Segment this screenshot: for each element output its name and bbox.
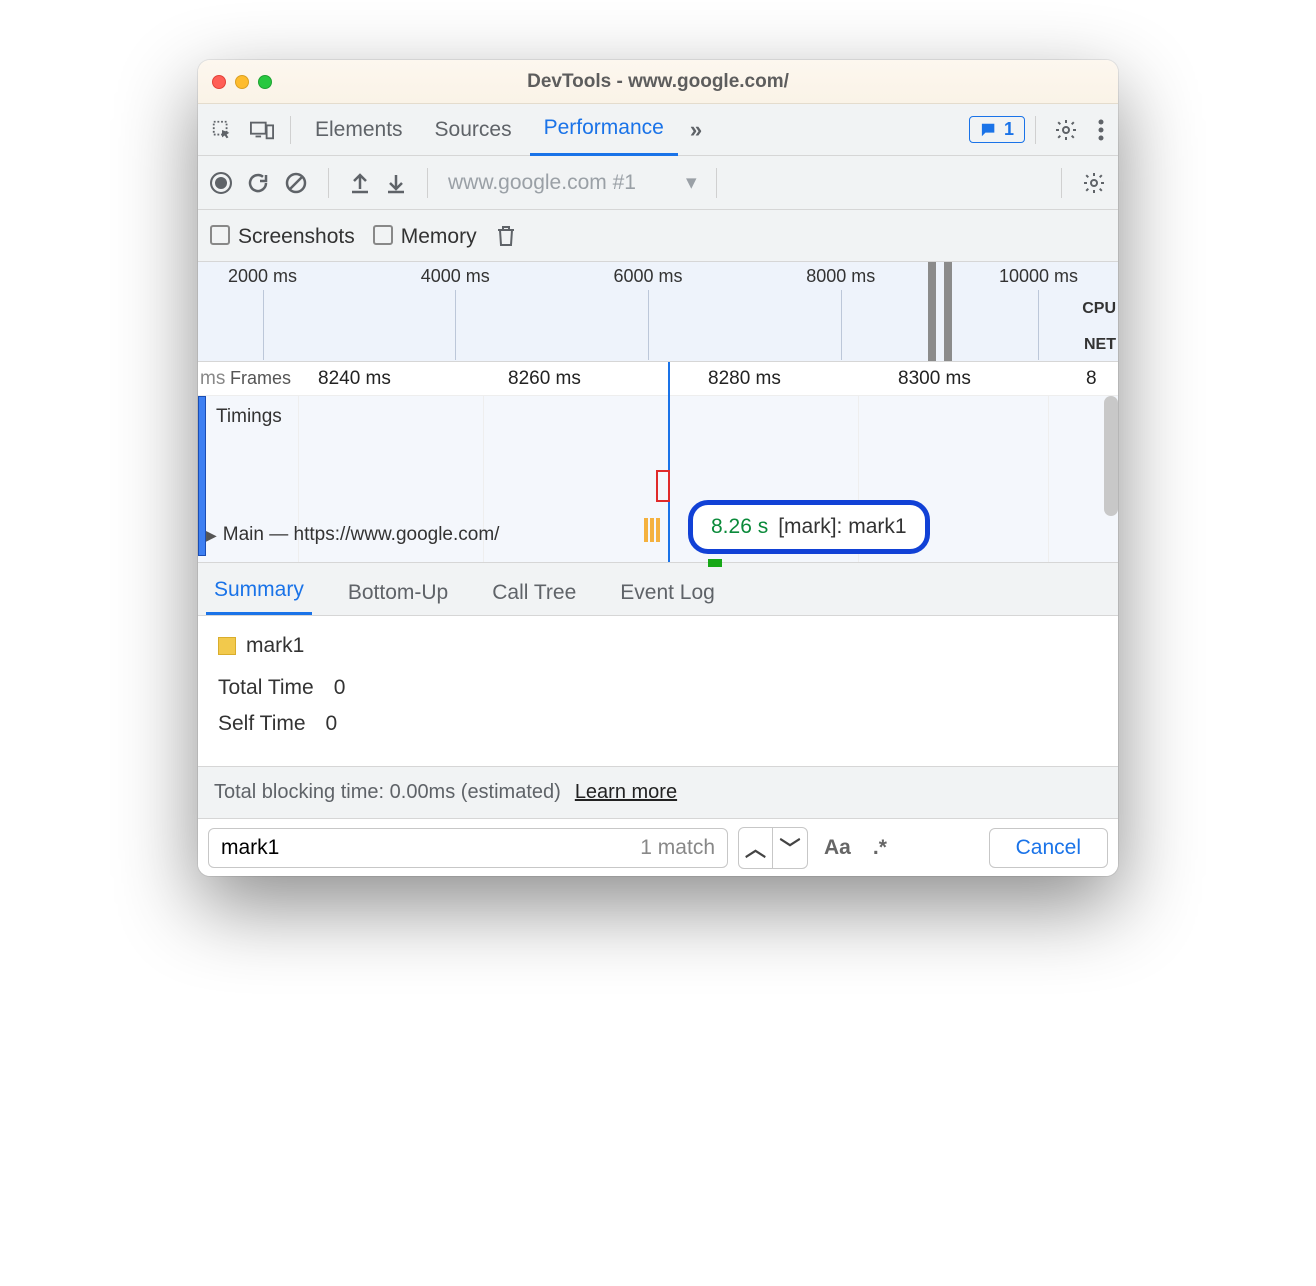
- mark-name: mark1: [246, 634, 304, 658]
- overview-window-handle-right[interactable]: [944, 262, 952, 361]
- search-nav-buttons: ︿ ﹀: [738, 827, 808, 869]
- expand-triangle-icon: ▶: [206, 527, 217, 544]
- tab-performance[interactable]: Performance: [530, 104, 678, 156]
- screenshots-label: Screenshots: [238, 225, 355, 248]
- flame-chart-area[interactable]: ms Frames 8240 ms 8260 ms 8280 ms 8300 m…: [198, 362, 1118, 562]
- cancel-search-button[interactable]: Cancel: [989, 828, 1108, 868]
- cpu-label: CPU: [1082, 300, 1116, 318]
- vertical-scrollbar[interactable]: [1104, 396, 1118, 516]
- total-time-label: Total Time: [218, 676, 314, 700]
- divider: [427, 168, 428, 198]
- settings-gear-icon[interactable]: [1046, 118, 1086, 142]
- mark-color-swatch: [218, 637, 236, 655]
- devtools-tabs: Elements Sources Performance » 1: [198, 104, 1118, 156]
- issues-badge[interactable]: 1: [969, 116, 1025, 143]
- total-time-value: 0: [334, 676, 346, 700]
- kebab-menu-icon[interactable]: [1090, 119, 1112, 141]
- learn-more-link[interactable]: Learn more: [575, 781, 677, 804]
- callout-time: 8.26 s: [711, 515, 768, 539]
- search-bar: 1 match ︿ ﹀ Aa .* Cancel: [198, 818, 1118, 876]
- tab-sources[interactable]: Sources: [421, 104, 526, 156]
- capture-settings-gear-icon[interactable]: [1082, 171, 1106, 195]
- search-match-count: 1 match: [640, 836, 715, 860]
- ruler-tick: 8: [1086, 368, 1097, 390]
- memory-label: Memory: [401, 225, 477, 248]
- clear-button[interactable]: [284, 171, 308, 195]
- overview-tick: 8000 ms: [806, 266, 875, 287]
- ruler-ms: ms: [200, 368, 225, 390]
- collect-garbage-trash-icon[interactable]: [495, 224, 517, 248]
- recording-name: www.google.com #1: [448, 171, 636, 195]
- timeline-overview[interactable]: 2000 ms 4000 ms 6000 ms 8000 ms 10000 ms…: [198, 262, 1118, 362]
- overview-tick: 10000 ms: [999, 266, 1078, 287]
- selected-mark-callout[interactable]: 8.26 s [mark]: mark1: [688, 500, 930, 554]
- callout-text: [mark]: mark1: [778, 515, 906, 539]
- reload-record-button[interactable]: [246, 171, 270, 195]
- self-time-label: Self Time: [218, 712, 306, 736]
- title-bar: DevTools - www.google.com/: [198, 60, 1118, 104]
- search-next-icon[interactable]: ﹀: [773, 828, 807, 868]
- screenshots-checkbox[interactable]: Screenshots: [210, 223, 355, 249]
- frames-track-label: Frames: [230, 368, 291, 389]
- main-thread-track[interactable]: ▶ Main — https://www.google.com/: [206, 524, 499, 546]
- ruler-tick: 8240 ms: [318, 368, 391, 390]
- record-button[interactable]: [210, 172, 232, 194]
- divider: [716, 168, 717, 198]
- selection-start-bar: [198, 396, 206, 556]
- summary-panel: mark1 Total Time 0 Self Time 0: [198, 616, 1118, 766]
- details-tabs: Summary Bottom-Up Call Tree Event Log: [198, 562, 1118, 616]
- tab-elements[interactable]: Elements: [301, 104, 417, 156]
- divider: [290, 116, 291, 144]
- overview-tick: 6000 ms: [613, 266, 682, 287]
- tab-summary[interactable]: Summary: [206, 578, 312, 615]
- blocking-time-footer: Total blocking time: 0.00ms (estimated) …: [198, 766, 1118, 818]
- overview-tick: 4000 ms: [421, 266, 490, 287]
- blocking-time-text: Total blocking time: 0.00ms (estimated): [214, 781, 561, 804]
- divider: [1061, 168, 1062, 198]
- main-track-label: Main — https://www.google.com/: [223, 524, 500, 546]
- issues-count: 1: [1004, 119, 1014, 140]
- inspect-element-icon[interactable]: [204, 112, 240, 148]
- search-field-container: 1 match: [208, 828, 728, 868]
- ruler-tick: 8260 ms: [508, 368, 581, 390]
- download-profile-icon[interactable]: [385, 171, 407, 195]
- device-toggle-icon[interactable]: [244, 112, 280, 148]
- task-bars: [644, 518, 660, 542]
- timeline-ruler: ms Frames 8240 ms 8260 ms 8280 ms 8300 m…: [198, 362, 1118, 396]
- memory-checkbox[interactable]: Memory: [373, 223, 477, 249]
- timing-mark-indicator[interactable]: [656, 470, 670, 502]
- tab-call-tree[interactable]: Call Tree: [484, 581, 584, 615]
- overview-tick: 2000 ms: [228, 266, 297, 287]
- search-input[interactable]: [221, 836, 640, 860]
- recording-selector[interactable]: www.google.com #1 ▾: [448, 170, 696, 195]
- self-time-value: 0: [326, 712, 338, 736]
- dropdown-triangle-icon: ▾: [686, 170, 697, 195]
- capture-options-row: Screenshots Memory: [198, 210, 1118, 262]
- overview-window-handle-left[interactable]: [928, 262, 936, 361]
- divider: [1035, 116, 1036, 144]
- regex-toggle[interactable]: .*: [867, 836, 893, 860]
- more-tabs-chevron-icon[interactable]: »: [682, 117, 710, 143]
- timings-track-label[interactable]: Timings: [216, 406, 282, 428]
- ruler-tick: 8280 ms: [708, 368, 781, 390]
- performance-toolbar: www.google.com #1 ▾: [198, 156, 1118, 210]
- search-prev-icon[interactable]: ︿: [739, 828, 773, 868]
- tab-bottom-up[interactable]: Bottom-Up: [340, 581, 456, 615]
- devtools-window: DevTools - www.google.com/ Elements Sour…: [198, 60, 1118, 876]
- match-case-toggle[interactable]: Aa: [818, 836, 857, 860]
- playhead-line: [668, 362, 670, 562]
- window-title: DevTools - www.google.com/: [198, 71, 1118, 93]
- ruler-tick: 8300 ms: [898, 368, 971, 390]
- divider: [328, 168, 329, 198]
- net-label: NET: [1084, 336, 1116, 354]
- upload-profile-icon[interactable]: [349, 171, 371, 195]
- mark-tick: [708, 559, 722, 567]
- tab-event-log[interactable]: Event Log: [612, 581, 723, 615]
